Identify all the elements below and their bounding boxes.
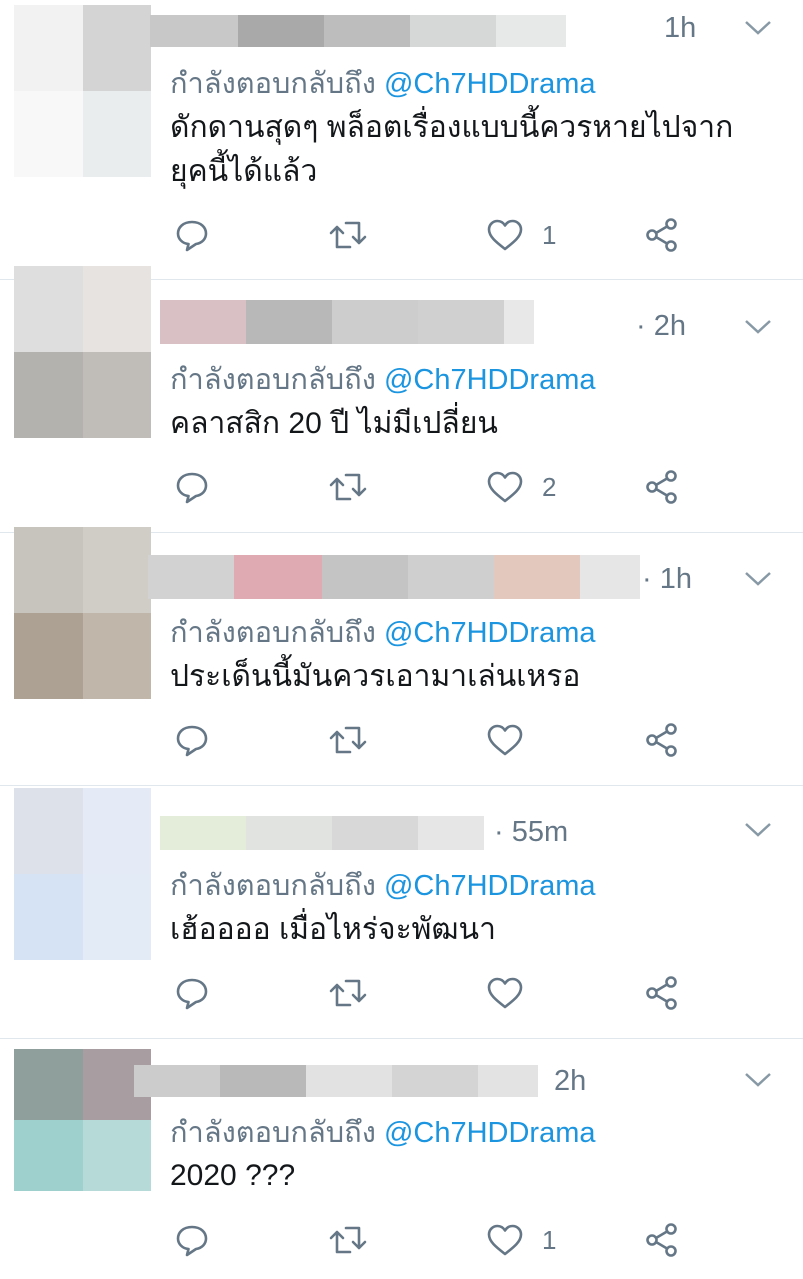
share-button[interactable] (644, 467, 680, 507)
reply-icon (176, 220, 208, 252)
reply-to-label: กำลังตอบกลับถึง (170, 364, 376, 396)
like-count: 1 (542, 219, 557, 250)
share-icon (646, 218, 677, 252)
retweet-button[interactable] (328, 215, 368, 255)
tweet-actions: 2 (170, 467, 700, 507)
chevron-down-icon[interactable] (743, 569, 773, 589)
share-icon (646, 723, 677, 757)
user-name-blurred[interactable] (134, 1065, 538, 1097)
tweet-text: เฮ้ออออ เมื่อไหร่จะพัฒนา (170, 913, 496, 946)
reply-to-line: กำลังตอบกลับถึง @Ch7HDDrama (170, 1109, 596, 1155)
mention-link[interactable]: @Ch7HDDrama (384, 68, 596, 100)
like-count: 2 (542, 471, 557, 502)
like-icon (487, 724, 523, 756)
avatar[interactable] (14, 1049, 151, 1191)
reply-to-label: กำลังตอบกลับถึง (170, 1117, 376, 1149)
user-name-blurred[interactable] (148, 555, 640, 599)
reply-to-label: กำลังตอบกลับถึง (170, 617, 376, 649)
chevron-down-icon[interactable] (743, 1070, 773, 1090)
tweet[interactable]: 2h กำลังตอบกลับถึง @Ch7HDDrama 2020 ??? … (0, 1039, 803, 1279)
avatar[interactable] (14, 527, 151, 699)
share-icon (646, 1223, 677, 1257)
user-name-blurred[interactable] (160, 816, 484, 850)
tweet-text: ดักดานสุดๆ พล็อตเรื่องแบบนี้ควรหายไปจากย… (170, 111, 734, 188)
tweet[interactable]: · 55m กำลังตอบกลับถึง @Ch7HDDrama เฮ้อออ… (0, 786, 803, 1039)
tweet-actions (170, 973, 700, 1013)
reply-to-line: กำลังตอบกลับถึง @Ch7HDDrama (170, 609, 596, 655)
like-button[interactable]: 2 (486, 467, 556, 507)
like-icon (487, 977, 523, 1009)
reply-button[interactable] (174, 215, 210, 255)
retweet-icon (329, 473, 367, 501)
share-button[interactable] (644, 973, 680, 1013)
timestamp: 1h (664, 12, 697, 44)
retweet-icon (329, 221, 367, 249)
timestamp: · 55m (494, 816, 569, 848)
like-icon (487, 219, 523, 251)
chevron-down-icon[interactable] (743, 18, 773, 38)
avatar[interactable] (14, 266, 151, 438)
like-button[interactable] (486, 973, 542, 1013)
like-button[interactable]: 1 (486, 1220, 556, 1260)
reply-button[interactable] (174, 1220, 210, 1260)
reply-to-label: กำลังตอบกลับถึง (170, 870, 376, 902)
retweet-button[interactable] (328, 720, 368, 760)
share-icon (646, 470, 677, 504)
user-name-blurred[interactable] (160, 300, 534, 344)
reply-icon (176, 1225, 208, 1257)
tweet-text: 2020 ??? (170, 1159, 296, 1192)
tweet[interactable]: · 2h กำลังตอบกลับถึง @Ch7HDDrama คลาสสิก… (0, 266, 803, 533)
like-button[interactable] (486, 720, 542, 760)
retweet-button[interactable] (328, 467, 368, 507)
mention-link[interactable]: @Ch7HDDrama (384, 1117, 596, 1149)
reply-to-line: กำลังตอบกลับถึง @Ch7HDDrama (170, 862, 596, 908)
share-button[interactable] (644, 215, 680, 255)
tweet-actions: 1 (170, 215, 700, 255)
reply-to-line: กำลังตอบกลับถึง @Ch7HDDrama (170, 356, 596, 402)
avatar[interactable] (14, 788, 151, 960)
tweet-actions: 1 (170, 1220, 700, 1260)
tweet[interactable]: 1h กำลังตอบกลับถึง @Ch7HDDrama ดักดานสุด… (0, 0, 803, 280)
reply-button[interactable] (174, 973, 210, 1013)
chevron-down-icon[interactable] (743, 317, 773, 337)
retweet-icon (329, 1226, 367, 1254)
user-name-blurred[interactable] (150, 15, 566, 47)
share-button[interactable] (644, 720, 680, 760)
retweet-icon (329, 726, 367, 754)
chevron-down-icon[interactable] (743, 820, 773, 840)
reply-button[interactable] (174, 467, 210, 507)
share-icon (646, 976, 677, 1010)
reply-icon (176, 725, 208, 757)
timestamp: 2h (554, 1065, 587, 1097)
reply-icon (176, 472, 208, 504)
mention-link[interactable]: @Ch7HDDrama (384, 617, 596, 649)
reply-button[interactable] (174, 720, 210, 760)
reply-to-line: กำลังตอบกลับถึง @Ch7HDDrama (170, 60, 596, 106)
retweet-icon (329, 979, 367, 1007)
reply-to-label: กำลังตอบกลับถึง (170, 68, 376, 100)
tweet-text: ประเด็นนี้มันควรเอามาเล่นเหรอ (170, 660, 581, 693)
retweet-button[interactable] (328, 1220, 368, 1260)
like-icon (487, 471, 523, 503)
like-count: 1 (542, 1224, 557, 1255)
share-button[interactable] (644, 1220, 680, 1260)
mention-link[interactable]: @Ch7HDDrama (384, 870, 596, 902)
timestamp: · 2h (636, 310, 686, 342)
tweet-actions (170, 720, 700, 760)
retweet-button[interactable] (328, 973, 368, 1013)
like-button[interactable]: 1 (486, 215, 556, 255)
like-icon (487, 1224, 523, 1256)
reply-icon (176, 978, 208, 1010)
avatar[interactable] (14, 5, 151, 177)
timestamp: · 1h (642, 563, 692, 595)
tweet-text: คลาสสิก 20 ปี ไม่มีเปลี่ยน (170, 407, 498, 440)
mention-link[interactable]: @Ch7HDDrama (384, 364, 596, 396)
tweet[interactable]: · 1h กำลังตอบกลับถึง @Ch7HDDrama ประเด็น… (0, 527, 803, 786)
